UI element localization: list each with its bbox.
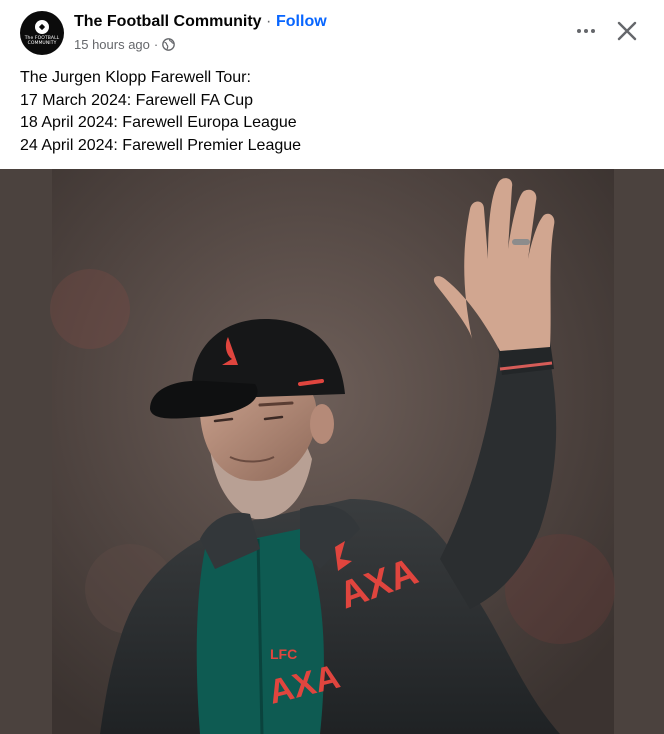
ear: [310, 404, 334, 444]
page-avatar[interactable]: The FOOTBALL COMMUNITY: [20, 11, 64, 55]
page-name-link[interactable]: The Football Community: [74, 13, 262, 31]
shirt-badge-text: LFC: [270, 646, 297, 662]
photo-image: AXA LFC AXA: [0, 169, 664, 734]
post-text-line: The Jurgen Klopp Farewell Tour:: [20, 69, 251, 86]
post-text-line: 17 March 2024: Farewell FA Cup: [20, 91, 254, 109]
post-timestamp[interactable]: 15 hours ago: [74, 37, 150, 52]
post-text-line: 18 April 2024: Farewell Europa League: [20, 114, 297, 131]
more-options-icon[interactable]: [572, 20, 600, 42]
post-text: The Jurgen Klopp Farewell Tour: 17 March…: [20, 67, 640, 157]
follow-button[interactable]: Follow: [276, 13, 327, 31]
post-photo[interactable]: AXA LFC AXA: [0, 169, 664, 734]
post-meta: 15 hours ago ·: [74, 37, 176, 52]
crowd-blur: [50, 269, 130, 349]
close-icon[interactable]: [612, 16, 642, 46]
globe-icon[interactable]: [162, 38, 176, 51]
avatar-logo-text: The FOOTBALL COMMUNITY: [24, 36, 60, 46]
name-separator: ·: [266, 13, 272, 30]
post-text-line: 24 April 2024: Farewell Premier League: [20, 136, 302, 154]
wedding-ring: [512, 239, 530, 245]
more-dot: [577, 29, 581, 33]
football-logo-icon: [35, 20, 49, 34]
post-card: The FOOTBALL COMMUNITY The Football Comm…: [0, 0, 664, 734]
meta-separator: ·: [153, 37, 159, 52]
more-dot: [584, 29, 588, 33]
more-dot: [591, 29, 595, 33]
